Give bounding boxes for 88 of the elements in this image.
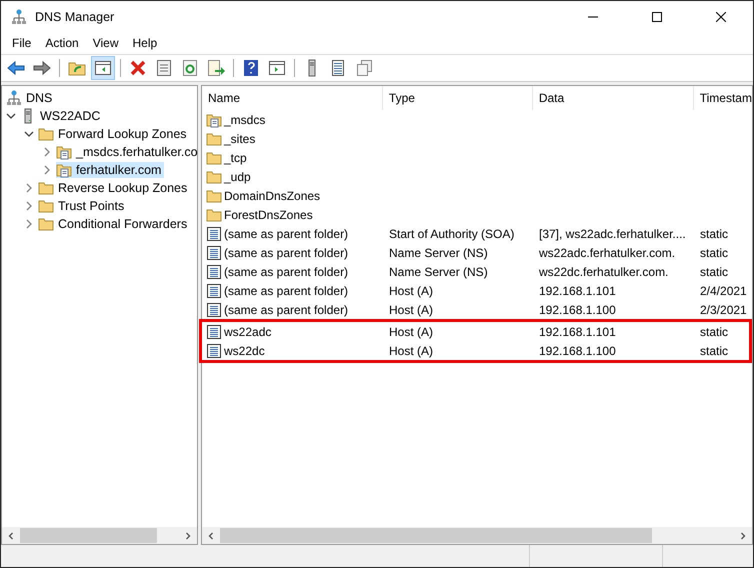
table-cell-text: Name Server (NS) [388, 246, 489, 260]
expand-chevron-icon[interactable] [24, 201, 34, 211]
table-cell: (same as parent folder) [224, 302, 348, 316]
column-header[interactable]: Timestam [694, 86, 752, 110]
scroll-right-icon[interactable] [739, 532, 747, 540]
table-cell: (same as parent folder) [224, 246, 348, 260]
scroll-left-icon[interactable] [7, 532, 15, 540]
table-cell-text: static [699, 264, 728, 278]
table-cell: DomainDnsZones [224, 188, 320, 202]
close-icon[interactable] [716, 12, 726, 22]
record-icon [206, 282, 222, 298]
tree-item[interactable]: Conditional Forwarders [58, 217, 188, 231]
table-cell: ForestDnsZones [224, 208, 313, 222]
table-cell-text: 2/3/2021 [699, 302, 747, 316]
scroll-right-icon[interactable] [184, 532, 192, 540]
folder-icon [206, 150, 222, 166]
table-cell-text: [37], ws22adc.ferhatulker.... [538, 226, 687, 240]
table-cell: _sites [224, 132, 256, 146]
folder-icon [38, 216, 54, 232]
expand-chevron-icon[interactable] [24, 219, 34, 229]
table-cell-text: 2/4/2021 [699, 284, 747, 298]
table-cell-text: ws22adc.ferhatulker.com. [538, 246, 676, 260]
tree-item[interactable]: Trust Points [58, 199, 124, 213]
table-cell: (same as parent folder) [224, 226, 348, 240]
expand-chevron-icon[interactable] [42, 165, 52, 175]
folder-icon [206, 188, 222, 204]
scrollbar-thumb[interactable] [20, 528, 157, 543]
folder-icon [38, 198, 54, 214]
table-cell: (same as parent folder) [224, 264, 348, 278]
maximize-icon[interactable] [652, 12, 662, 22]
tree-item[interactable]: Forward Lookup Zones [58, 127, 187, 141]
table-cell: ws22dc [224, 344, 265, 358]
expand-chevron-icon[interactable] [42, 147, 52, 157]
folder-icon [38, 180, 54, 196]
record-icon [206, 302, 222, 318]
zone-icon [56, 162, 72, 178]
table-cell: ws22adc [224, 324, 272, 338]
table-cell-text: static [699, 226, 728, 240]
tree-item[interactable]: Reverse Lookup Zones [58, 181, 188, 195]
menu-item[interactable]: Help [126, 36, 164, 50]
column-header[interactable]: Name [202, 86, 383, 110]
table-cell-text: static [699, 344, 728, 358]
table-cell-text: Host (A) [388, 324, 434, 338]
table-cell: _msdcs [224, 112, 266, 126]
dns-icon [6, 90, 22, 106]
table-cell-text: Host (A) [388, 344, 434, 358]
folder-icon [206, 206, 222, 222]
scrollbar-thumb[interactable] [220, 528, 652, 543]
table-cell-text: static [699, 246, 728, 260]
table-cell-text: Name Server (NS) [388, 264, 489, 278]
record-icon [206, 226, 222, 242]
record-icon [206, 264, 222, 280]
column-header[interactable]: Data [532, 86, 694, 110]
record-icon [206, 244, 222, 260]
table-cell-text: 192.168.1.101 [538, 284, 617, 298]
collapse-chevron-icon[interactable] [6, 111, 16, 121]
folder-icon [206, 130, 222, 146]
scroll-left-icon[interactable] [207, 532, 215, 540]
table-cell-text: 192.168.1.100 [538, 302, 617, 316]
tree-item[interactable]: WS22ADC [40, 109, 100, 123]
tree-item[interactable]: _msdcs.ferhatulker.co [76, 145, 198, 159]
menu-item[interactable]: View [86, 36, 126, 50]
expand-chevron-icon[interactable] [24, 183, 34, 193]
table-cell-text: Host (A) [388, 284, 434, 298]
table-cell: (same as parent folder) [224, 284, 348, 298]
column-header[interactable]: Type [382, 86, 533, 110]
table-cell: _tcp [224, 150, 247, 164]
zone-icon [56, 144, 72, 160]
collapse-chevron-icon[interactable] [24, 129, 34, 139]
menu-item[interactable]: File [5, 36, 38, 50]
zone-icon [206, 112, 222, 128]
console-tree-icon[interactable] [92, 57, 114, 79]
table-cell-text: Host (A) [388, 302, 434, 316]
table-cell-text: static [699, 324, 728, 338]
table-cell-text: 192.168.1.100 [538, 344, 617, 358]
folder-icon [38, 126, 54, 142]
record-icon [206, 324, 222, 340]
folder-icon [206, 168, 222, 184]
record-icon [206, 342, 222, 358]
table-cell: _udp [224, 170, 251, 184]
tree-item[interactable]: DNS [26, 91, 52, 105]
dns-icon [11, 8, 27, 24]
menu-item[interactable]: Action [38, 36, 86, 50]
export-icon[interactable] [205, 57, 227, 79]
table-cell-text: Start of Authority (SOA) [388, 226, 516, 240]
table-cell-text: ws22dc.ferhatulker.com. [538, 264, 670, 278]
table-cell-text: 192.168.1.101 [538, 324, 617, 338]
window-title: DNS Manager [35, 10, 114, 24]
